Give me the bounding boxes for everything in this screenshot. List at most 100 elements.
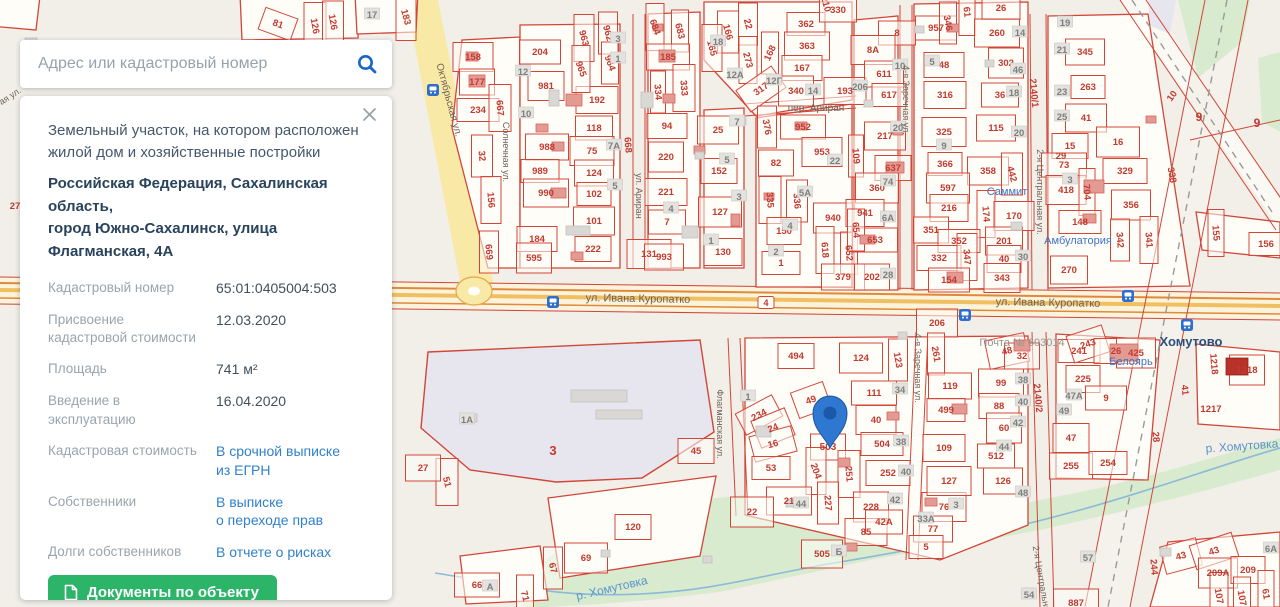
address-number: А	[487, 582, 494, 593]
parcel-number: 329	[1117, 166, 1133, 177]
street-label: 4-я Заречная ул.	[901, 65, 911, 135]
industrial-parcel[interactable]	[421, 340, 714, 482]
detail-value: 16.04.2020	[216, 392, 366, 411]
map-parcel[interactable]	[959, 0, 975, 36]
parcel-number: 270	[1061, 265, 1077, 276]
parcel-number: 504	[874, 439, 891, 450]
parcel-number: 494	[788, 351, 805, 362]
address-number: 54	[1024, 590, 1035, 601]
street-label: ул. Ариран	[634, 173, 644, 219]
close-icon[interactable]	[358, 106, 380, 128]
street-label: 4-я Заречная ул.	[913, 333, 923, 403]
address-number: 5А	[799, 188, 811, 199]
parcel-number: 989	[532, 166, 548, 177]
detail-link[interactable]: В отчете о рисках	[216, 543, 366, 562]
address-number: 21	[1057, 45, 1068, 56]
bus-stop-icon	[550, 299, 557, 303]
parcel-number: 25	[713, 125, 724, 136]
parcel-number: 209	[1240, 565, 1256, 576]
parcel-number: 155	[1209, 225, 1221, 242]
address-number: 12А	[726, 70, 744, 81]
parcel-number: 8А	[867, 45, 879, 56]
parcel-number: 611	[876, 69, 892, 80]
parcel-number: 216	[941, 203, 957, 214]
bus-stop-icon	[1125, 293, 1132, 297]
parcel-number: 32	[1017, 351, 1028, 362]
detail-row: СобственникиВ выпискео переходе прав	[48, 493, 366, 531]
detail-label: Введение в эксплуатацию	[48, 392, 216, 428]
parcel-number: 334	[651, 84, 663, 101]
parcel-number: 618	[818, 242, 830, 259]
address-number: 5	[724, 155, 730, 166]
parcel-number: 993	[656, 252, 672, 263]
building	[846, 543, 857, 551]
city-block[interactable]	[0, 0, 40, 30]
building	[682, 226, 698, 238]
object-description: Земельный участок, на котором расположен…	[48, 120, 366, 164]
parcel-number: 174	[979, 206, 991, 223]
parcel-number: 418	[1058, 185, 1074, 196]
detail-link[interactable]: В срочной выпискеиз ЕГРН	[216, 442, 366, 480]
address-number: 42	[890, 495, 901, 506]
parcel-number: 66	[472, 580, 483, 591]
parcel-number: 26	[996, 3, 1007, 14]
parcel-number: 652	[842, 245, 854, 262]
address-number: 14	[808, 86, 819, 97]
parcel-number: 204	[532, 47, 549, 58]
parcel-number: 1	[778, 258, 784, 269]
address-number: 1	[708, 236, 714, 247]
address-number: 38	[896, 437, 907, 448]
parcel-number: 356	[1123, 200, 1139, 211]
parcel-number: 206	[929, 318, 945, 329]
parcel-number: 119	[942, 381, 957, 392]
parcel-number: 345	[1077, 47, 1094, 58]
building	[952, 404, 967, 414]
parcel-number: 1218	[1236, 365, 1257, 376]
address-number: 6А	[882, 213, 894, 224]
detail-value: 741 м²	[216, 360, 366, 379]
parcel-number: 653	[867, 235, 883, 246]
cadastral-map-app: 4811261261831727158177234667321566692049…	[0, 0, 1280, 607]
building	[985, 60, 994, 67]
search-input[interactable]	[36, 54, 356, 74]
building	[1146, 116, 1156, 123]
parcel-number: 1217	[1200, 404, 1221, 415]
parcel-number: 358	[980, 166, 996, 177]
parcel-number: 16	[1113, 137, 1124, 148]
parcel-number: 15	[1065, 141, 1076, 152]
search-icon[interactable]	[356, 53, 378, 75]
bus-stop-icon	[962, 312, 969, 316]
parcel-number: 505	[814, 549, 831, 560]
parcel-number: 1218	[1207, 353, 1220, 375]
building	[864, 100, 873, 107]
detail-row: Долги собственниковВ отчете о рисках	[48, 543, 366, 562]
bus-stop-icon	[434, 92, 436, 94]
detail-link[interactable]: В выпискео переходе прав	[216, 493, 366, 531]
parcel-number: 222	[585, 244, 601, 255]
parcel-number: 111	[867, 388, 883, 399]
building	[566, 226, 590, 235]
parcel-number: 88	[994, 401, 1005, 412]
parcel-number: 363	[799, 41, 815, 52]
parcel-number: 82	[771, 158, 782, 169]
address-number: 1	[745, 392, 751, 403]
parcel-number: 41	[1179, 384, 1191, 396]
parcel-number: 988	[539, 142, 555, 153]
street-label: Солнечная ул.	[501, 122, 511, 182]
address-number: 74	[883, 177, 894, 188]
parcel-number: 333	[677, 80, 689, 97]
parcel-number: 220	[658, 152, 674, 163]
parcel-number: 53	[766, 463, 777, 474]
parcel-number: 158	[465, 52, 481, 63]
parcel-number: 667	[493, 100, 505, 117]
parcel-number: 343	[994, 273, 1010, 284]
parcel-number: 126	[995, 476, 1011, 487]
documents-button[interactable]: Документы по объекту	[48, 575, 277, 600]
parcel-number: 981	[538, 81, 555, 92]
parcel-number: 118	[586, 123, 601, 134]
parcel-number: 73	[1059, 160, 1070, 171]
parcel-number: 352	[951, 236, 967, 247]
poi-label: Белоярь	[1109, 356, 1153, 368]
address-number: 1А	[461, 415, 473, 426]
parcel-number: 170	[1006, 211, 1022, 222]
